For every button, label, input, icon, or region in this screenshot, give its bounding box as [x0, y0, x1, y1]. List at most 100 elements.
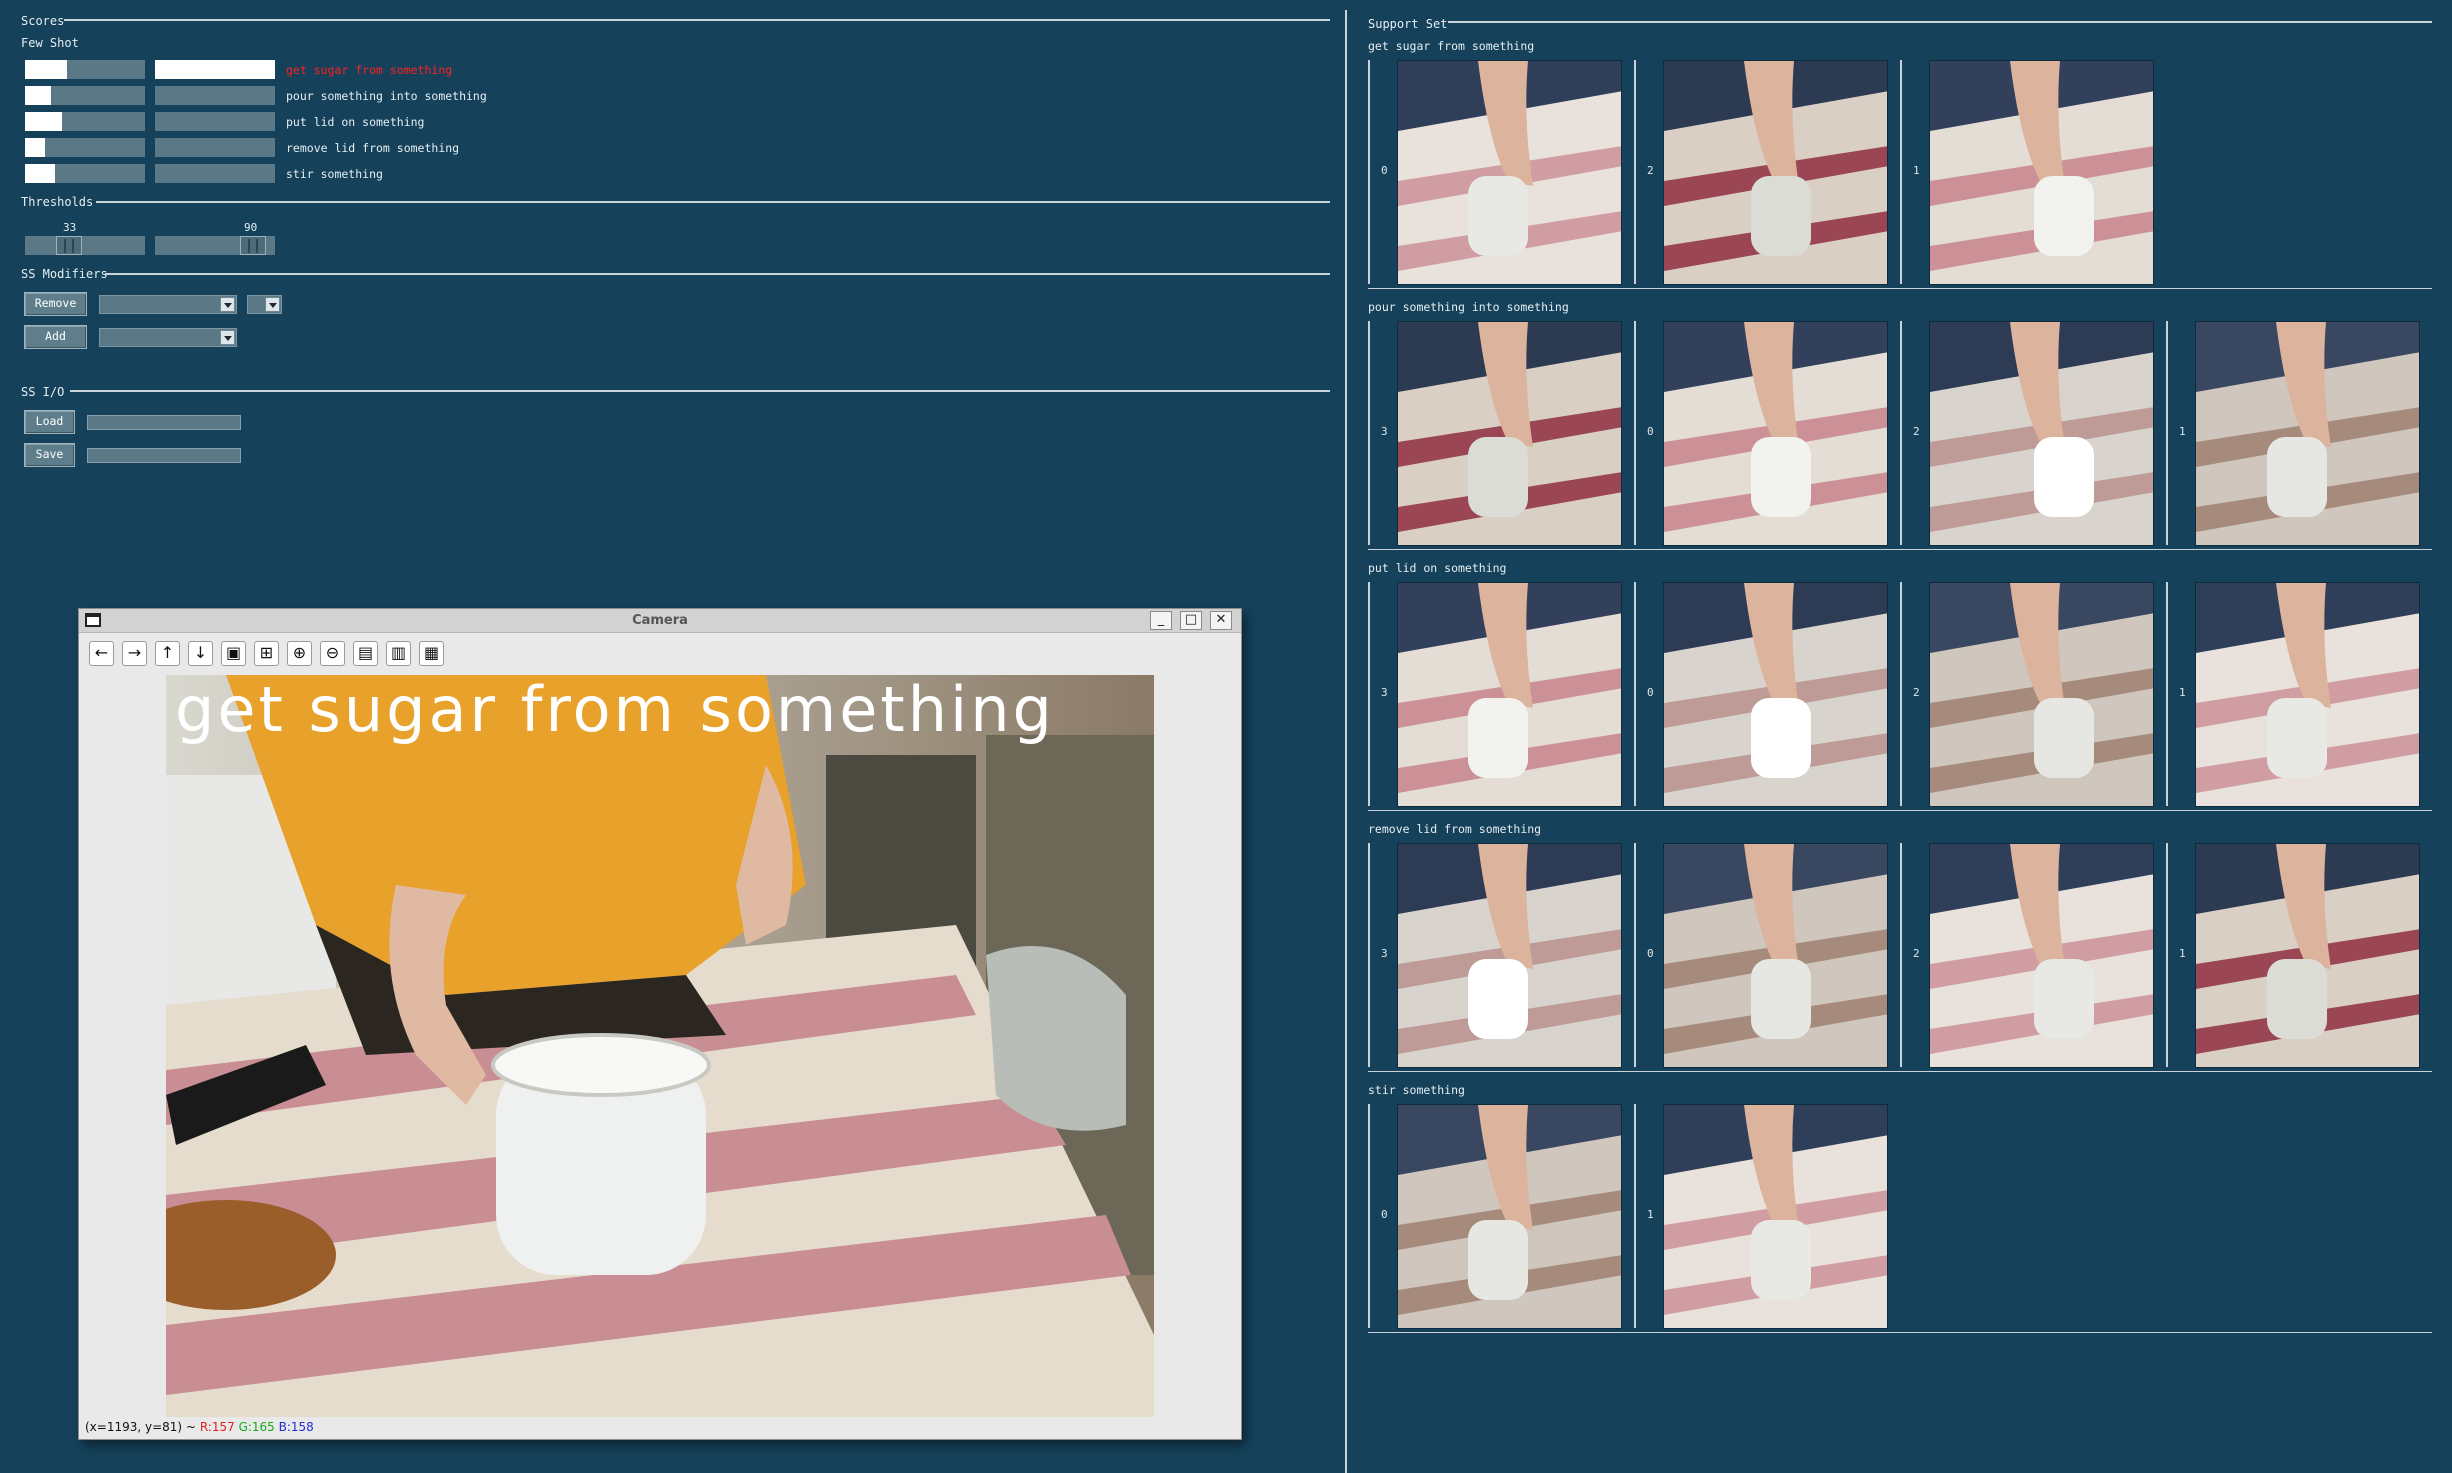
few-shot-score-bar [25, 112, 145, 131]
pixel-b-value: B:158 [278, 1420, 314, 1434]
arrow-left-icon[interactable]: ← [89, 641, 114, 666]
support-set-sample-index: 2 [1647, 164, 1654, 177]
support-set-thumbnail[interactable] [2195, 321, 2420, 546]
support-set-cell-divider [2166, 582, 2168, 806]
support-set-thumbnail[interactable] [1397, 1104, 1622, 1329]
zoom-fit-icon[interactable]: ▣ [221, 641, 246, 666]
threshold-slider-2[interactable] [155, 236, 275, 255]
score-label: stir something [286, 167, 383, 181]
copy-clipboard-icon[interactable]: ▥ [386, 641, 411, 666]
support-set-cell-divider [1634, 60, 1636, 284]
support-set-group-label: get sugar from something [1368, 39, 1535, 53]
properties-icon[interactable]: ▦ [419, 641, 444, 666]
support-set-thumbnail[interactable] [1663, 582, 1888, 807]
threshold-slider-1[interactable] [25, 236, 145, 255]
pixel-r-value: R:157 [199, 1420, 235, 1434]
camera-toolbar: ← → ↑ ↓ ▣ ⊞ ⊕ ⊖ ▤ ▥ ▦ [89, 641, 689, 669]
threshold-1-value: 33 [63, 221, 77, 234]
support-set-group-divider [1368, 1071, 2432, 1072]
camera-frame[interactable]: get sugar from something [166, 675, 1154, 1417]
score-bar-fill [25, 60, 67, 79]
few-shot-score-bar [25, 86, 145, 105]
close-icon[interactable]: ✕ [1210, 611, 1232, 630]
arrow-up-icon[interactable]: ↑ [155, 641, 180, 666]
support-set-thumbnail[interactable] [1929, 321, 2154, 546]
remove-index-dropdown[interactable] [247, 295, 282, 314]
ss-io-divider [70, 390, 1330, 392]
support-set-thumbnail[interactable] [1929, 582, 2154, 807]
support-set-sample-index: 2 [1913, 425, 1920, 438]
support-set-group-divider [1368, 288, 2432, 289]
zoom-original-icon[interactable]: ⊞ [254, 641, 279, 666]
score-bar-fill [25, 86, 52, 105]
support-set-sample-index: 1 [2179, 425, 2186, 438]
load-path-input[interactable] [87, 415, 241, 430]
chevron-down-icon[interactable] [265, 297, 280, 312]
support-set-thumbnail[interactable] [1663, 1104, 1888, 1329]
support-set-sample-index: 0 [1647, 425, 1654, 438]
support-set-group-divider [1368, 1332, 2432, 1333]
support-set-thumbnail[interactable] [1663, 60, 1888, 285]
few-shot-score-bar [25, 138, 145, 157]
support-set-group-divider [1368, 549, 2432, 550]
add-class-dropdown[interactable] [99, 328, 237, 347]
score-label: put lid on something [286, 115, 425, 129]
thresholds-divider [96, 201, 1330, 203]
add-button[interactable]: Add [24, 325, 87, 349]
support-set-thumbnail[interactable] [1929, 60, 2154, 285]
maximize-icon[interactable]: □ [1180, 611, 1202, 630]
secondary-score-bar [155, 86, 275, 105]
support-set-group-label: put lid on something [1368, 561, 1507, 575]
save-button[interactable]: Save [24, 443, 75, 467]
ss-modifiers-title: SS Modifiers [21, 267, 108, 281]
support-set-thumbnail[interactable] [2195, 843, 2420, 1068]
support-set-thumbnail[interactable] [1397, 321, 1622, 546]
support-set-cell-divider [1900, 321, 1902, 545]
support-set-sample-index: 0 [1381, 164, 1388, 177]
support-set-thumbnail[interactable] [2195, 582, 2420, 807]
camera-window-title: Camera [632, 613, 688, 628]
support-set-thumbnail[interactable] [1397, 60, 1622, 285]
save-image-icon[interactable]: ▤ [353, 641, 378, 666]
zoom-out-icon[interactable]: ⊖ [320, 641, 345, 666]
support-set-cell-divider [1368, 582, 1370, 806]
camera-status-bar: (x=1193, y=81) ~ R:157 G:165 B:158 [85, 1420, 314, 1434]
minimize-icon[interactable]: _ [1150, 611, 1172, 630]
support-set-group-label: remove lid from something [1368, 822, 1542, 836]
secondary-score-bar [155, 164, 275, 183]
support-set-cell-divider [1900, 60, 1902, 284]
support-set-thumbnail[interactable] [1663, 321, 1888, 546]
ss-modifiers-divider [105, 273, 1330, 275]
support-set-thumbnail[interactable] [1397, 843, 1622, 1068]
load-button[interactable]: Load [24, 410, 75, 434]
remove-button[interactable]: Remove [24, 292, 87, 316]
support-set-thumbnail[interactable] [1397, 582, 1622, 807]
arrow-down-icon[interactable]: ↓ [188, 641, 213, 666]
score-bar-fill [155, 60, 275, 79]
chevron-down-icon[interactable] [220, 330, 235, 345]
threshold-slider-2-handle[interactable] [240, 236, 266, 255]
score-label: get sugar from something [286, 63, 453, 77]
remove-class-dropdown[interactable] [99, 295, 237, 314]
camera-titlebar[interactable]: Camera _ □ ✕ [79, 609, 1241, 633]
support-set-sample-index: 2 [1913, 686, 1920, 699]
support-set-sample-index: 3 [1381, 947, 1388, 960]
support-set-thumbnail[interactable] [1929, 843, 2154, 1068]
score-bar-fill [25, 112, 63, 131]
threshold-slider-1-handle[interactable] [56, 236, 82, 255]
save-path-input[interactable] [87, 448, 241, 463]
camera-window: Camera _ □ ✕ ← → ↑ ↓ ▣ ⊞ ⊕ ⊖ ▤ ▥ ▦ get s… [78, 608, 1242, 1440]
support-set-sample-index: 1 [2179, 947, 2186, 960]
support-set-cell-divider [1634, 321, 1636, 545]
support-set-cell-divider [1634, 582, 1636, 806]
score-bar-fill [25, 164, 55, 183]
threshold-2-value: 90 [244, 221, 258, 234]
panel-divider [1345, 10, 1347, 1473]
support-set-group-label: stir something [1368, 1083, 1465, 1097]
chevron-down-icon[interactable] [220, 297, 235, 312]
secondary-score-bar [155, 60, 275, 79]
support-set-thumbnail[interactable] [1663, 843, 1888, 1068]
zoom-in-icon[interactable]: ⊕ [287, 641, 312, 666]
support-set-title: Support Set [1368, 17, 1448, 31]
arrow-right-icon[interactable]: → [122, 641, 147, 666]
